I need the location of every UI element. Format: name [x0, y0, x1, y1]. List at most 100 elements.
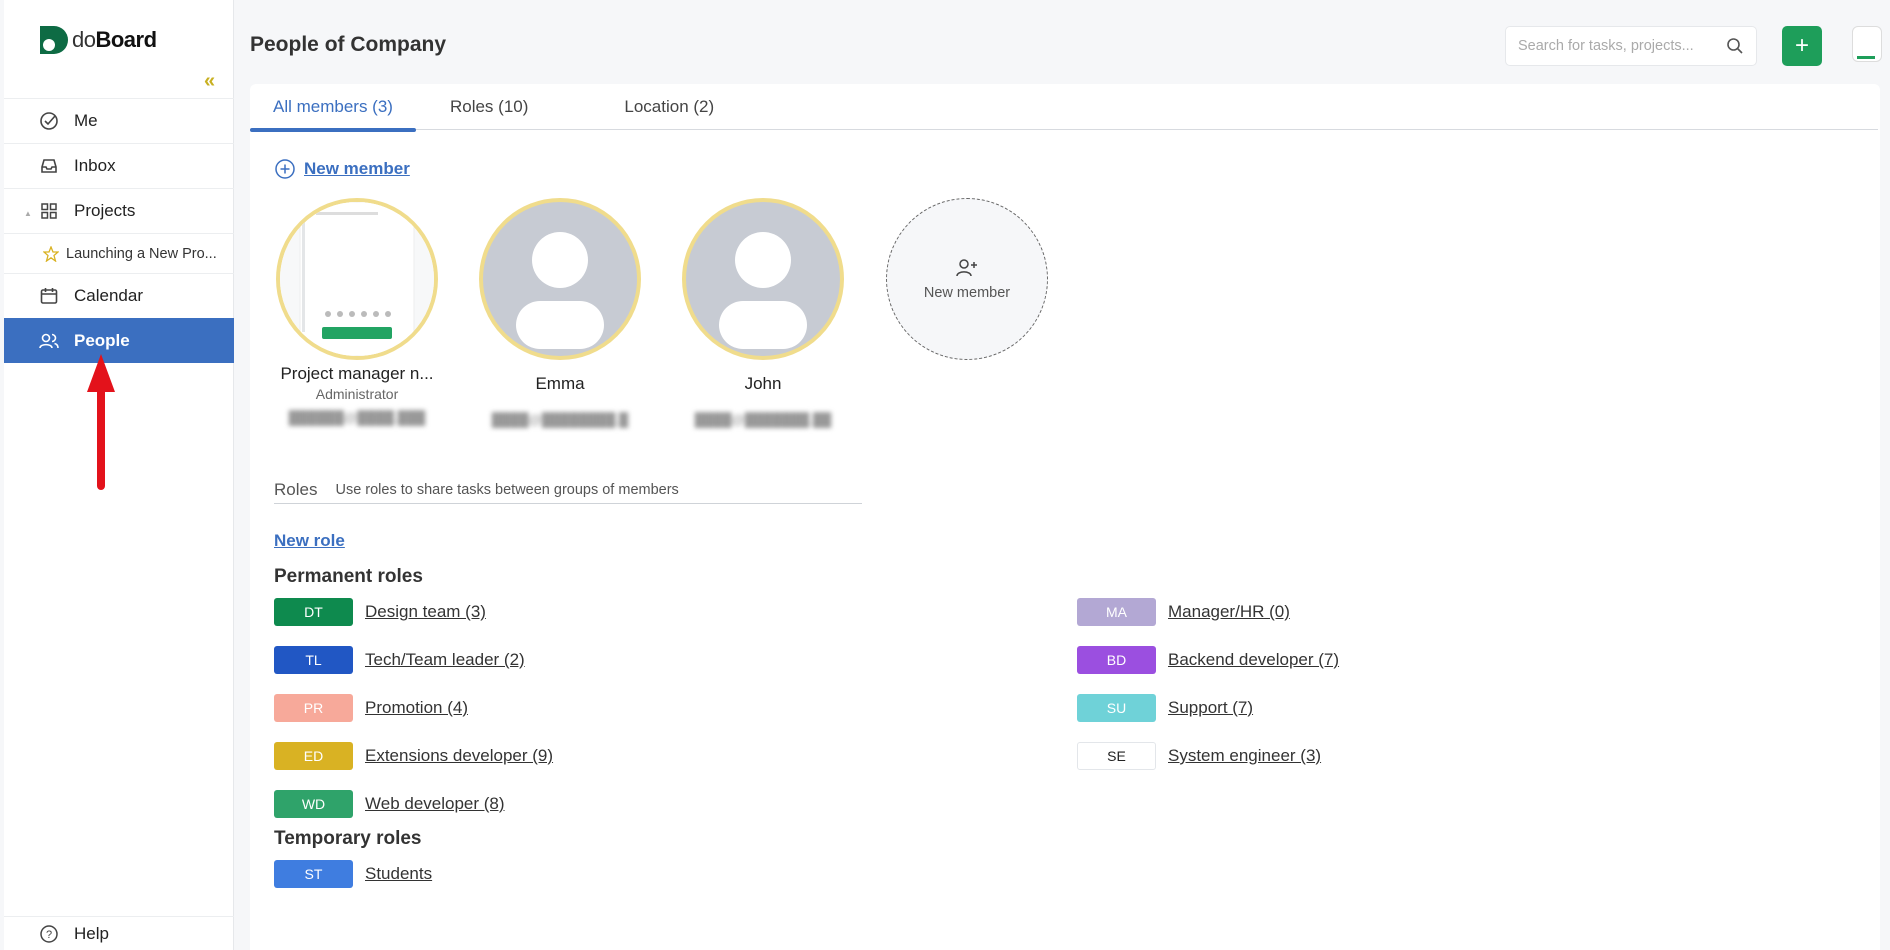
search-placeholder: Search for tasks, projects... [1518, 38, 1694, 54]
role-item[interactable]: SU Support (7) [1077, 694, 1253, 722]
role-item[interactable]: PR Promotion (4) [274, 694, 468, 722]
role-name: Students [365, 864, 433, 883]
role-badge: PR [274, 694, 353, 722]
sidebar-nav: Me Inbox ▲ Projects Launching a New Pro.… [4, 98, 234, 363]
role-name: Extensions developer (9) [365, 746, 554, 765]
sidebar-item-label: Projects [74, 201, 136, 220]
temporary-roles-title: Temporary roles [274, 828, 422, 849]
add-circle-icon [275, 159, 295, 179]
permanent-roles-title: Permanent roles [274, 566, 423, 587]
roles-description: Use roles to share tasks between groups … [335, 481, 679, 498]
role-item[interactable]: MA Manager/HR (0) [1077, 598, 1290, 626]
sidebar-item-label: Inbox [74, 156, 116, 175]
logo: doBoard [38, 24, 157, 56]
plus-icon: + [1794, 32, 1809, 59]
roles-header: Roles Use roles to share tasks between g… [274, 476, 862, 504]
profile-avatar[interactable] [1852, 26, 1882, 62]
sidebar-item-label: Me [74, 111, 98, 130]
new-member-label: New member [304, 159, 410, 178]
sidebar-item-me[interactable]: Me [4, 98, 234, 143]
role-item[interactable]: BD Backend developer (7) [1077, 646, 1339, 674]
role-badge: SE [1077, 742, 1156, 770]
member-name: Project manager n... [280, 364, 434, 383]
main-panel: All members (3) Roles (10) Location (2) … [250, 84, 1880, 950]
svg-text:?: ? [46, 929, 52, 941]
sidebar-item-people[interactable]: People [4, 318, 234, 363]
page-title: People of Company [250, 33, 447, 56]
role-badge: SU [1077, 694, 1156, 722]
add-button[interactable]: + [1782, 26, 1822, 66]
role-item[interactable]: SE System engineer (3) [1077, 742, 1321, 770]
tab-location[interactable]: Location (2) [624, 84, 714, 130]
logo-text: doBoard [72, 27, 157, 52]
avatar [276, 198, 438, 360]
tab-all-members[interactable]: All members (3) [250, 84, 416, 132]
add-user-icon [956, 259, 977, 277]
sidebar-item-label: People [74, 330, 130, 350]
role-badge: DT [274, 598, 353, 626]
red-arrow-annotation [87, 354, 115, 490]
member-email: ████@████████.█ [491, 412, 629, 427]
role-item[interactable]: DT Design team (3) [274, 598, 486, 626]
default-avatar-icon [516, 232, 604, 349]
tabs: All members (3) Roles (10) Location (2) [250, 84, 1878, 132]
member-email: ██████@████.███ [288, 410, 426, 425]
new-member-card[interactable]: New member [886, 198, 1048, 360]
avatar [682, 198, 844, 360]
sidebar-item-label: Calendar [74, 286, 143, 305]
people-icon [38, 330, 60, 352]
expand-triangle-icon[interactable]: ▲ [24, 209, 32, 218]
role-item[interactable]: TL Tech/Team leader (2) [274, 646, 525, 674]
inbox-icon [38, 155, 60, 177]
role-badge: MA [1077, 598, 1156, 626]
grid-icon [38, 200, 60, 222]
role-name: Design team (3) [365, 602, 486, 621]
app-window: doBoard « Me Inbox ▲ Projects Launching … [0, 0, 1890, 950]
avatar [479, 198, 641, 360]
role-name: Support (7) [1168, 698, 1254, 717]
role-name: Promotion (4) [365, 698, 468, 717]
role-badge: ST [274, 860, 353, 888]
role-name: Tech/Team leader (2) [365, 650, 525, 669]
search-icon [1727, 38, 1743, 54]
help-icon: ? [38, 923, 60, 945]
new-member-link[interactable]: New member [274, 158, 410, 180]
search-input[interactable]: Search for tasks, projects... [1505, 26, 1757, 66]
role-item[interactable]: WD Web developer (8) [274, 790, 505, 818]
member-card[interactable]: Emma ████@████████.█ [465, 198, 655, 427]
sidebar: doBoard « Me Inbox ▲ Projects Launching … [4, 0, 234, 950]
role-name: Web developer (8) [365, 794, 505, 813]
member-role: Administrator [315, 386, 399, 402]
role-badge: WD [274, 790, 353, 818]
member-card[interactable]: Project manager n... Administrator █████… [262, 198, 452, 425]
logo-icon [40, 26, 68, 54]
new-member-card-label: New member [923, 285, 1011, 301]
role-name: System engineer (3) [1168, 746, 1322, 765]
member-email: ████@███████.██ [694, 412, 832, 427]
sidebar-item-label: Launching a New Pro... [66, 245, 217, 262]
check-circle-icon [38, 110, 60, 132]
sidebar-item-calendar[interactable]: Calendar [4, 273, 234, 318]
sidebar-item-inbox[interactable]: Inbox [4, 143, 234, 188]
star-icon [42, 243, 60, 265]
sidebar-item-projects[interactable]: ▲ Projects [4, 188, 234, 233]
role-badge: ED [274, 742, 353, 770]
new-role-link[interactable]: New role [274, 531, 345, 551]
role-name: Manager/HR (0) [1168, 602, 1290, 621]
member-card[interactable]: John ████@███████.██ [668, 198, 858, 427]
member-name: Emma [535, 374, 585, 393]
role-name: Backend developer (7) [1168, 650, 1340, 669]
default-avatar-icon [719, 232, 807, 349]
avatar-screenshot-image [280, 202, 434, 356]
sidebar-item-project-launching[interactable]: Launching a New Pro... [4, 233, 234, 273]
role-item[interactable]: ST Students [274, 860, 432, 888]
role-item[interactable]: ED Extensions developer (9) [274, 742, 553, 770]
member-name: John [744, 374, 782, 393]
role-badge: BD [1077, 646, 1156, 674]
calendar-icon [38, 285, 60, 307]
roles-title: Roles [274, 479, 318, 499]
tab-roles[interactable]: Roles (10) [450, 84, 528, 130]
help-label: Help [74, 923, 109, 943]
sidebar-item-help[interactable]: ? Help [4, 916, 234, 950]
collapse-sidebar-icon[interactable]: « [204, 70, 215, 93]
